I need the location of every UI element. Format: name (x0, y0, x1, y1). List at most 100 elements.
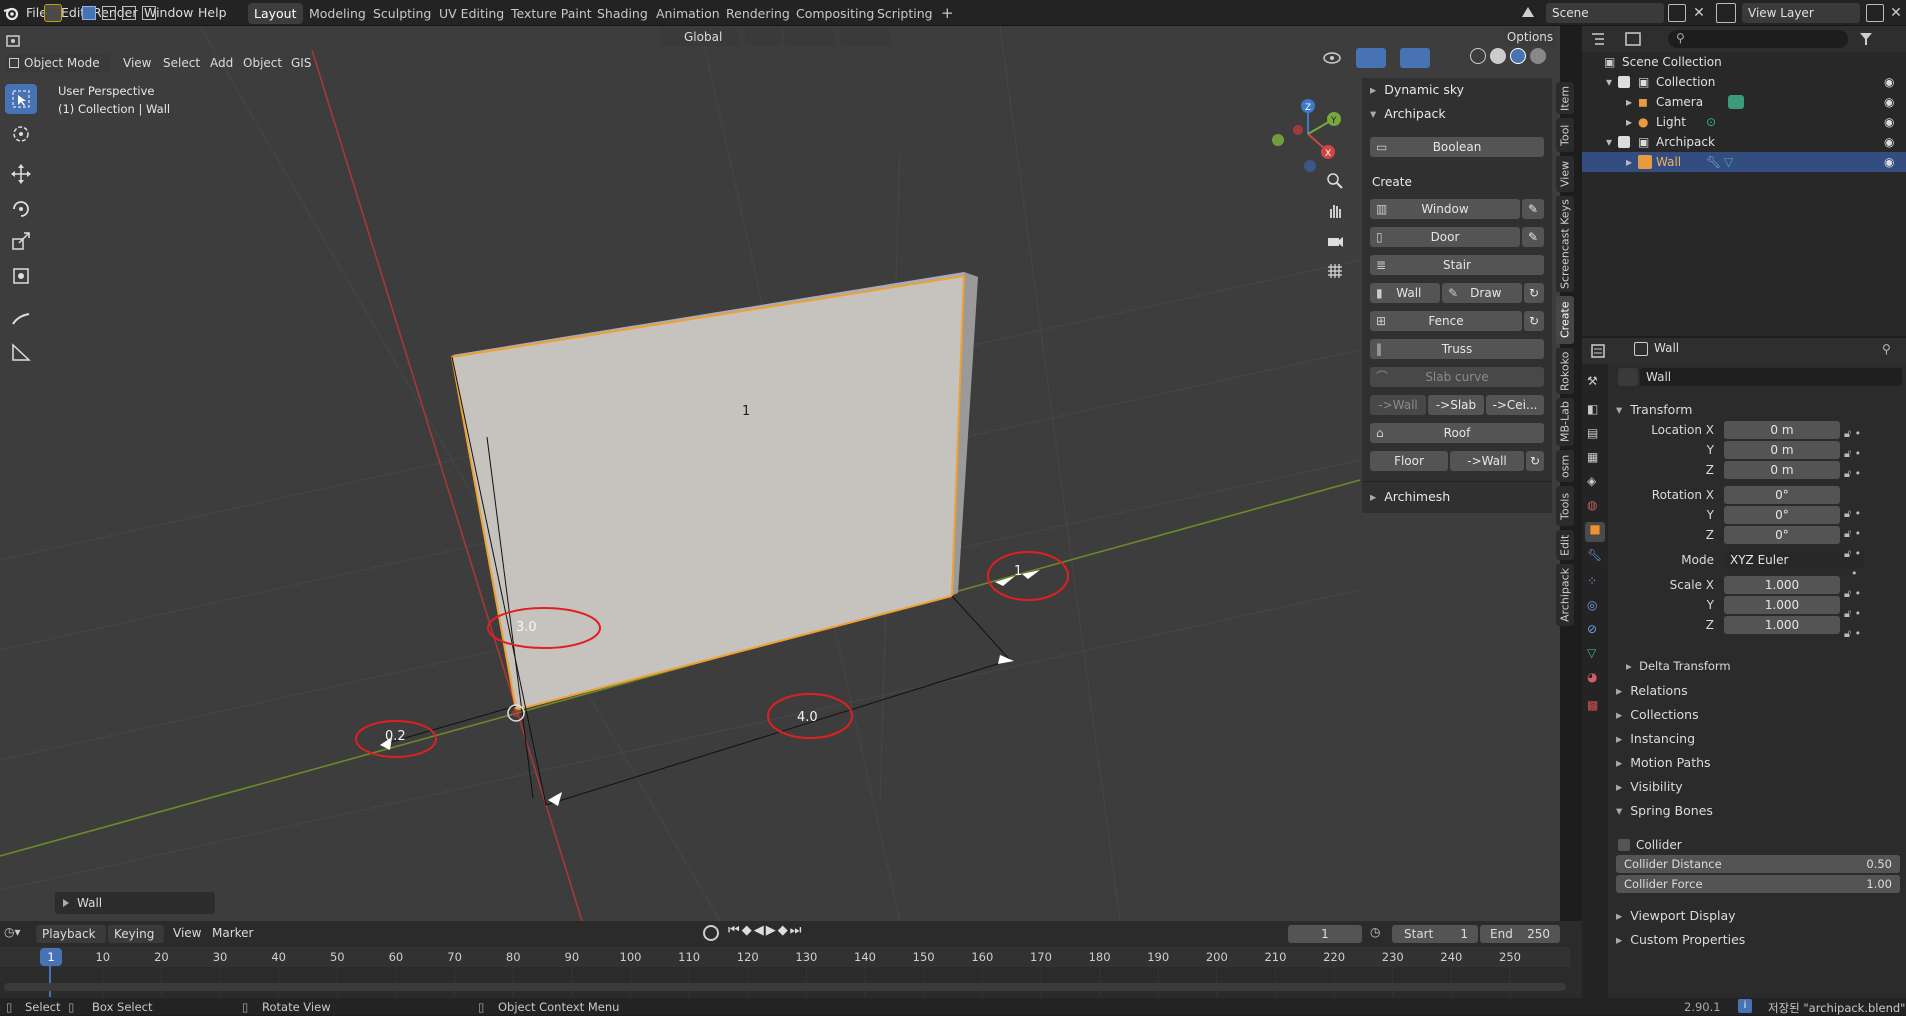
door-button[interactable]: ▯ Door (1370, 227, 1520, 247)
door-edit-pencil-icon[interactable]: ✎ (1522, 227, 1544, 247)
outliner-row-light[interactable]: ▸ ● Light ⊙ ◉ (1582, 112, 1906, 132)
menu-view[interactable]: View (123, 54, 151, 72)
eye-icon[interactable]: ◉ (1884, 92, 1894, 112)
rendered-shading-icon[interactable] (1530, 48, 1546, 64)
menu-add[interactable]: Add (210, 54, 233, 72)
data-tab-icon[interactable]: ▽ (1587, 646, 1596, 660)
scene-field[interactable]: Scene (1546, 3, 1664, 23)
outliner-editor-icon[interactable] (1590, 30, 1618, 48)
material-tab-icon[interactable]: ◕ (1587, 670, 1597, 684)
end-frame-field[interactable]: End 250 (1480, 925, 1560, 943)
tab-uv-editing[interactable]: UV Editing (433, 3, 510, 24)
delete-scene-icon[interactable]: ✕ (1690, 4, 1708, 22)
timeline-scrollbar[interactable] (4, 983, 1566, 991)
measure-tool[interactable] (5, 337, 37, 367)
output-tab-icon[interactable]: ▤ (1587, 426, 1598, 440)
outliner-search-input[interactable]: ⚲ (1668, 30, 1848, 48)
select-new-icon[interactable] (82, 6, 96, 20)
render-tab-icon[interactable]: ◧ (1587, 402, 1598, 416)
scale-tool[interactable] (5, 226, 37, 256)
tab-mb-lab[interactable]: MB-Lab (1556, 398, 1574, 446)
floor-refresh-icon[interactable]: ↻ (1526, 451, 1544, 471)
visibility-icon[interactable] (1320, 48, 1350, 68)
camera-data-icon[interactable] (1728, 95, 1744, 109)
select-invert-icon[interactable] (142, 6, 156, 20)
timeline-view-menu[interactable]: View (173, 926, 201, 940)
truss-button[interactable]: ‖ Truss (1370, 339, 1544, 359)
archipack-header[interactable]: ▾ Archipack (1370, 106, 1446, 121)
wireframe-shading-icon[interactable] (1470, 48, 1486, 64)
tab-shading[interactable]: Shading (591, 3, 654, 24)
boolean-button[interactable]: ▭ Boolean (1370, 137, 1544, 157)
annotate-tool[interactable] (5, 304, 37, 334)
add-workspace-button[interactable]: + (935, 3, 960, 24)
selection-mode-icons[interactable] (82, 6, 174, 20)
scale-z-field[interactable]: 1.000 (1724, 616, 1840, 634)
wall-button[interactable]: ▮ Wall (1370, 283, 1440, 303)
object-name-field[interactable]: Wall (1640, 368, 1902, 386)
last-operator-panel[interactable]: Wall (55, 892, 215, 914)
new-scene-icon[interactable] (1668, 4, 1686, 22)
outliner-row-camera[interactable]: ▸ ◼ Camera ◉ (1582, 92, 1906, 112)
jump-end-icon[interactable]: ⏭ (790, 923, 802, 943)
tab-texture-paint[interactable]: Texture Paint (505, 3, 598, 24)
collider-distance-slider[interactable]: Collider Distance 0.50 (1616, 855, 1900, 873)
window-edit-pencil-icon[interactable]: ✎ (1522, 199, 1544, 219)
play-icon[interactable]: ▶ (766, 923, 776, 943)
dynamic-sky-header[interactable]: ▸ Dynamic sky (1370, 82, 1464, 97)
floor-button[interactable]: Floor (1370, 451, 1448, 471)
transform-orientation-dropdown[interactable]: Global (660, 28, 738, 46)
floor-to-wall-button[interactable]: ->Wall (1450, 451, 1524, 471)
ortho-grid-icon[interactable] (1322, 258, 1348, 284)
eye-icon[interactable]: ◉ (1884, 72, 1894, 92)
motion-paths-section[interactable]: ▸ Motion Paths (1616, 755, 1711, 770)
transform-section[interactable]: ▾ Transform (1616, 402, 1692, 417)
timeline-editor-icon[interactable]: ◷▾ (4, 925, 30, 943)
tab-scripting[interactable]: Scripting (871, 3, 939, 24)
rotate-tool[interactable] (5, 194, 37, 224)
select-box-tool[interactable] (5, 84, 37, 114)
tab-create[interactable]: Create (1556, 296, 1574, 344)
view-layer-tab-icon[interactable]: ▦ (1587, 450, 1598, 464)
jump-start-icon[interactable]: ⏮ (728, 923, 740, 943)
playback-menu[interactable]: Playback (36, 925, 106, 943)
solid-shading-icon[interactable] (1490, 48, 1506, 64)
pivot-point-icon[interactable] (745, 28, 781, 46)
play-reverse-icon[interactable]: ◀ (754, 923, 764, 943)
tab-tool[interactable]: Tool (1556, 118, 1574, 152)
rotation-y-field[interactable]: 0° (1724, 506, 1840, 524)
navigation-gizmo[interactable]: Z X Y (1266, 92, 1350, 176)
menu-object[interactable]: Object (243, 54, 282, 72)
menu-select[interactable]: Select (163, 54, 200, 72)
tab-edit[interactable]: Edit (1556, 530, 1574, 560)
archimesh-header[interactable]: ▸ Archimesh (1370, 489, 1450, 504)
eye-icon[interactable]: ◉ (1884, 112, 1894, 132)
scale-x-field[interactable]: 1.000 (1724, 576, 1840, 594)
rotation-mode-dropdown[interactable]: XYZ Euler (1724, 551, 1864, 569)
scale-y-field[interactable]: 1.000 (1724, 596, 1840, 614)
tab-view[interactable]: View (1556, 156, 1574, 192)
tool-tab-icon[interactable]: ⚒ (1587, 374, 1598, 388)
tab-animation[interactable]: Animation (650, 3, 726, 24)
viewport-display-section[interactable]: ▸ Viewport Display (1616, 908, 1736, 923)
properties-editor-icon[interactable] (1590, 342, 1618, 360)
spring-bones-section[interactable]: ▾ Spring Bones (1616, 803, 1713, 818)
transform-tool[interactable] (5, 261, 37, 291)
new-view-layer-icon[interactable] (1866, 4, 1884, 22)
texture-tab-icon[interactable]: ▩ (1587, 698, 1598, 712)
tab-rendering[interactable]: Rendering (720, 3, 796, 24)
outliner-row-wall[interactable]: ▸ Wall 🔧︎ ▽ ◉ (1582, 152, 1906, 172)
stopwatch-icon[interactable]: ◷ (1370, 925, 1386, 941)
tab-layout[interactable]: Layout (248, 3, 303, 24)
delta-transform-section[interactable]: ▸ Delta Transform (1626, 659, 1731, 673)
particles-tab-icon[interactable]: ⁘ (1587, 574, 1597, 588)
rotation-x-field[interactable]: 0° (1724, 486, 1840, 504)
mesh-data-icon[interactable]: ▽ (1724, 152, 1733, 172)
overlays-toggle-icon[interactable] (1400, 48, 1430, 68)
location-z-field[interactable]: 0 m (1724, 461, 1840, 479)
eye-icon[interactable]: ◉ (1884, 152, 1894, 172)
menu-help[interactable]: Help (198, 0, 227, 26)
object-type-icon[interactable] (1618, 368, 1638, 386)
next-keyframe-icon[interactable]: ◆ (778, 923, 788, 943)
tab-modeling[interactable]: Modeling (303, 3, 372, 24)
